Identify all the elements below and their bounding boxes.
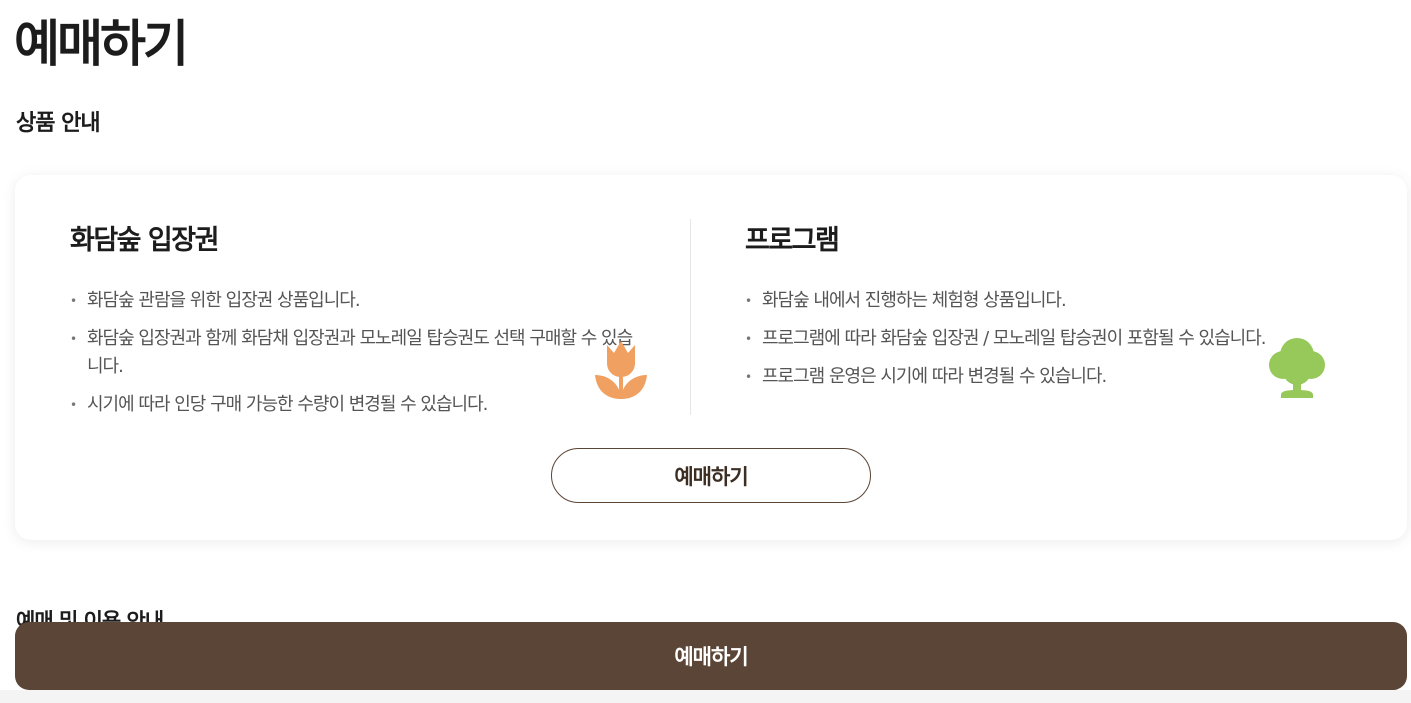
product-admission-ticket: 화담숲 입장권 화담숲 관람을 위한 입장권 상품입니다. 화담숲 입장권과 함… — [70, 219, 640, 429]
card-reserve-button[interactable]: 예매하기 — [551, 448, 871, 503]
bottom-strip — [0, 690, 1411, 703]
tree-icon — [1269, 338, 1325, 398]
feature-item: 프로그램에 따라 화담숲 입장권 / 모노레일 탑승권이 포함될 수 있습니다. — [745, 325, 1285, 353]
product-info-card: 화담숲 입장권 화담숲 관람을 위한 입장권 상품입니다. 화담숲 입장권과 함… — [15, 175, 1407, 540]
product-title: 화담숲 입장권 — [70, 225, 219, 256]
feature-list: 화담숲 관람을 위한 입장권 상품입니다. 화담숲 입장권과 함께 화담채 입장… — [70, 287, 640, 419]
feature-list: 화담숲 내에서 진행하는 체험형 상품입니다. 프로그램에 따라 화담숲 입장권… — [745, 287, 1285, 391]
feature-item: 시기에 따라 인당 구매 가능한 수량이 변경될 수 있습니다. — [70, 391, 640, 419]
feature-item: 화담숲 내에서 진행하는 체험형 상품입니다. — [745, 287, 1285, 315]
column-divider — [690, 219, 691, 415]
product-info-heading: 상품 안내 — [16, 111, 101, 136]
page-title: 예매하기 — [14, 15, 189, 73]
reservation-page: 예매하기 상품 안내 화담숲 입장권 화담숲 관람을 위한 입장권 상품입니다.… — [0, 0, 1411, 703]
feature-item: 프로그램 운영은 시기에 따라 변경될 수 있습니다. — [745, 363, 1285, 391]
feature-item: 화담숲 관람을 위한 입장권 상품입니다. — [70, 287, 640, 315]
sticky-reserve-button[interactable]: 예매하기 — [15, 622, 1407, 690]
feature-item: 화담숲 입장권과 함께 화담채 입장권과 모노레일 탑승권도 선택 구매할 수 … — [70, 325, 640, 381]
product-program: 프로그램 화담숲 내에서 진행하는 체험형 상품입니다. 프로그램에 따라 화담… — [745, 219, 1285, 401]
tulip-icon — [595, 341, 647, 399]
product-title: 프로그램 — [745, 225, 840, 256]
